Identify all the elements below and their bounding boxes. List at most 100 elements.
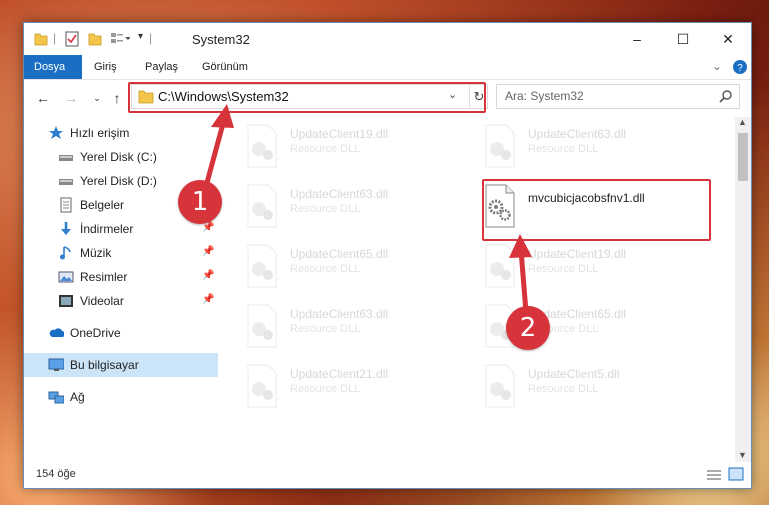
- star-icon: [49, 126, 63, 139]
- file-name: UpdateClient5.dll: [528, 367, 620, 381]
- view-options-icon[interactable]: [110, 31, 130, 47]
- file-type: Resource DLL: [528, 383, 599, 395]
- tab-share[interactable]: Paylaş: [135, 55, 188, 79]
- pin-icon[interactable]: 📌: [202, 246, 214, 257]
- pin-icon[interactable]: 📌: [202, 294, 214, 305]
- navigation-bar: ← → ⌄ ↑ C:\Windows\System32 ⌄ ↻ Ara: Sys…: [24, 80, 751, 116]
- svg-text:?: ?: [737, 63, 743, 74]
- maximize-button[interactable]: ☐: [660, 23, 706, 55]
- dll-file-icon: [485, 244, 515, 288]
- list-item[interactable]: UpdateClient63.dll Resource DLL: [244, 303, 464, 353]
- sidebar-item-onedrive[interactable]: OneDrive: [24, 321, 218, 345]
- file-name: UpdateClient63.dll: [528, 127, 627, 141]
- tab-home[interactable]: Giriş: [84, 55, 127, 79]
- documents-icon: [60, 197, 72, 213]
- dll-file-icon: [247, 124, 277, 168]
- minimize-button[interactable]: –: [614, 23, 660, 55]
- separator: |: [149, 31, 153, 45]
- file-name: UpdateClient19.dll: [290, 127, 389, 141]
- network-icon: [48, 391, 64, 404]
- up-arrow-icon[interactable]: ↑: [108, 88, 126, 108]
- folder-icon: [34, 33, 48, 46]
- file-type: Resource DLL: [528, 143, 599, 155]
- sidebar-item-quick-access[interactable]: Hızlı erişim: [24, 121, 218, 145]
- file-type: Resource DLL: [528, 263, 599, 275]
- status-bar: 154 öğe: [24, 463, 751, 487]
- ribbon: Dosya Giriş Paylaş Görünüm ⌄ ?: [24, 55, 751, 80]
- expand-ribbon-icon[interactable]: ⌄: [712, 59, 722, 73]
- list-item[interactable]: UpdateClient19.dll Resource DLL: [482, 243, 702, 293]
- file-name: UpdateClient21.dll: [290, 367, 389, 381]
- file-highlight-box: [482, 179, 711, 241]
- sidebar-item-label: İndirmeler: [80, 222, 134, 236]
- list-item[interactable]: UpdateClient19.dll Resource DLL: [244, 123, 464, 173]
- drive-icon: [59, 179, 73, 185]
- sidebar-item-label: Yerel Disk (D:): [80, 174, 157, 188]
- tab-view[interactable]: Görünüm: [192, 55, 258, 79]
- file-name: UpdateClient19.dll: [528, 247, 627, 261]
- sidebar-item-label: Resimler: [80, 270, 128, 284]
- dll-file-icon: [247, 244, 277, 288]
- file-name: UpdateClient63.dll: [290, 187, 389, 201]
- sidebar-item-label: Yerel Disk (C:): [80, 150, 157, 164]
- search-icon: [719, 90, 732, 103]
- computer-icon: [48, 358, 64, 371]
- step-badge-2: 2: [506, 306, 550, 350]
- navigation-pane: Hızlı erişim Yerel Disk (C:) Yerel Disk …: [24, 117, 218, 447]
- sidebar-item-label: OneDrive: [70, 326, 121, 340]
- back-arrow-icon[interactable]: ←: [34, 88, 52, 108]
- scroll-thumb[interactable]: [738, 133, 748, 181]
- scroll-up-icon[interactable]: ▲: [738, 117, 747, 127]
- file-type: Resource DLL: [290, 263, 361, 275]
- properties-icon[interactable]: [64, 31, 80, 47]
- search-input[interactable]: Ara: System32: [496, 84, 740, 109]
- title-bar: | ▾ | System32 – ☐ ✕: [24, 23, 751, 55]
- list-item[interactable]: UpdateClient65.dll Resource DLL: [244, 243, 464, 293]
- recent-locations-icon[interactable]: ⌄: [88, 88, 106, 108]
- window-title: System32: [192, 32, 250, 47]
- new-folder-icon[interactable]: [88, 31, 102, 47]
- dll-file-icon: [247, 364, 277, 408]
- download-icon: [61, 222, 71, 235]
- sidebar-item-local-disk-c[interactable]: Yerel Disk (C:): [24, 145, 218, 169]
- dll-file-icon: [247, 304, 277, 348]
- cloud-icon: [49, 328, 64, 337]
- sidebar-item-videos[interactable]: Videolar 📌: [24, 289, 218, 313]
- customize-toolbar-icon[interactable]: ▾: [138, 31, 143, 47]
- tab-file[interactable]: Dosya: [24, 55, 82, 79]
- pin-icon[interactable]: 📌: [202, 270, 214, 281]
- file-type: Resource DLL: [290, 143, 361, 155]
- search-placeholder: Ara: System32: [505, 89, 584, 103]
- videos-icon: [59, 295, 73, 307]
- address-highlight-box: [128, 82, 486, 113]
- help-icon[interactable]: ?: [732, 59, 748, 75]
- file-type: Resource DLL: [290, 383, 361, 395]
- item-count: 154 öğe: [36, 468, 76, 480]
- list-item[interactable]: UpdateClient63.dll Resource DLL: [482, 123, 702, 173]
- sidebar-item-music[interactable]: Müzik 📌: [24, 241, 218, 265]
- step-badge-1: 1: [178, 180, 222, 224]
- file-type: Resource DLL: [290, 203, 361, 215]
- file-type: Resource DLL: [290, 323, 361, 335]
- sidebar-item-label: Hızlı erişim: [70, 126, 130, 140]
- sidebar-item-this-pc[interactable]: Bu bilgisayar: [24, 353, 218, 377]
- large-icons-view-icon[interactable]: [728, 467, 744, 481]
- file-name: UpdateClient63.dll: [290, 307, 389, 321]
- file-list: UpdateClient19.dll Resource DLL UpdateCl…: [232, 117, 734, 447]
- details-view-icon[interactable]: [706, 469, 722, 481]
- list-item[interactable]: UpdateClient63.dll Resource DLL: [244, 183, 464, 233]
- forward-arrow-icon[interactable]: →: [62, 88, 80, 108]
- sidebar-item-network[interactable]: Ağ: [24, 385, 218, 409]
- vertical-scrollbar[interactable]: ▲ ▼: [735, 117, 751, 462]
- list-item[interactable]: UpdateClient5.dll Resource DLL: [482, 363, 702, 413]
- scroll-down-icon[interactable]: ▼: [738, 450, 747, 460]
- sidebar-item-label: Ağ: [70, 390, 85, 404]
- close-button[interactable]: ✕: [705, 23, 751, 55]
- list-item[interactable]: UpdateClient21.dll Resource DLL: [244, 363, 464, 413]
- sidebar-item-label: Videolar: [80, 294, 124, 308]
- separator: |: [53, 31, 57, 45]
- drive-icon: [59, 155, 73, 161]
- sidebar-item-pictures[interactable]: Resimler 📌: [24, 265, 218, 289]
- dll-file-icon: [485, 124, 515, 168]
- dll-file-icon: [247, 184, 277, 228]
